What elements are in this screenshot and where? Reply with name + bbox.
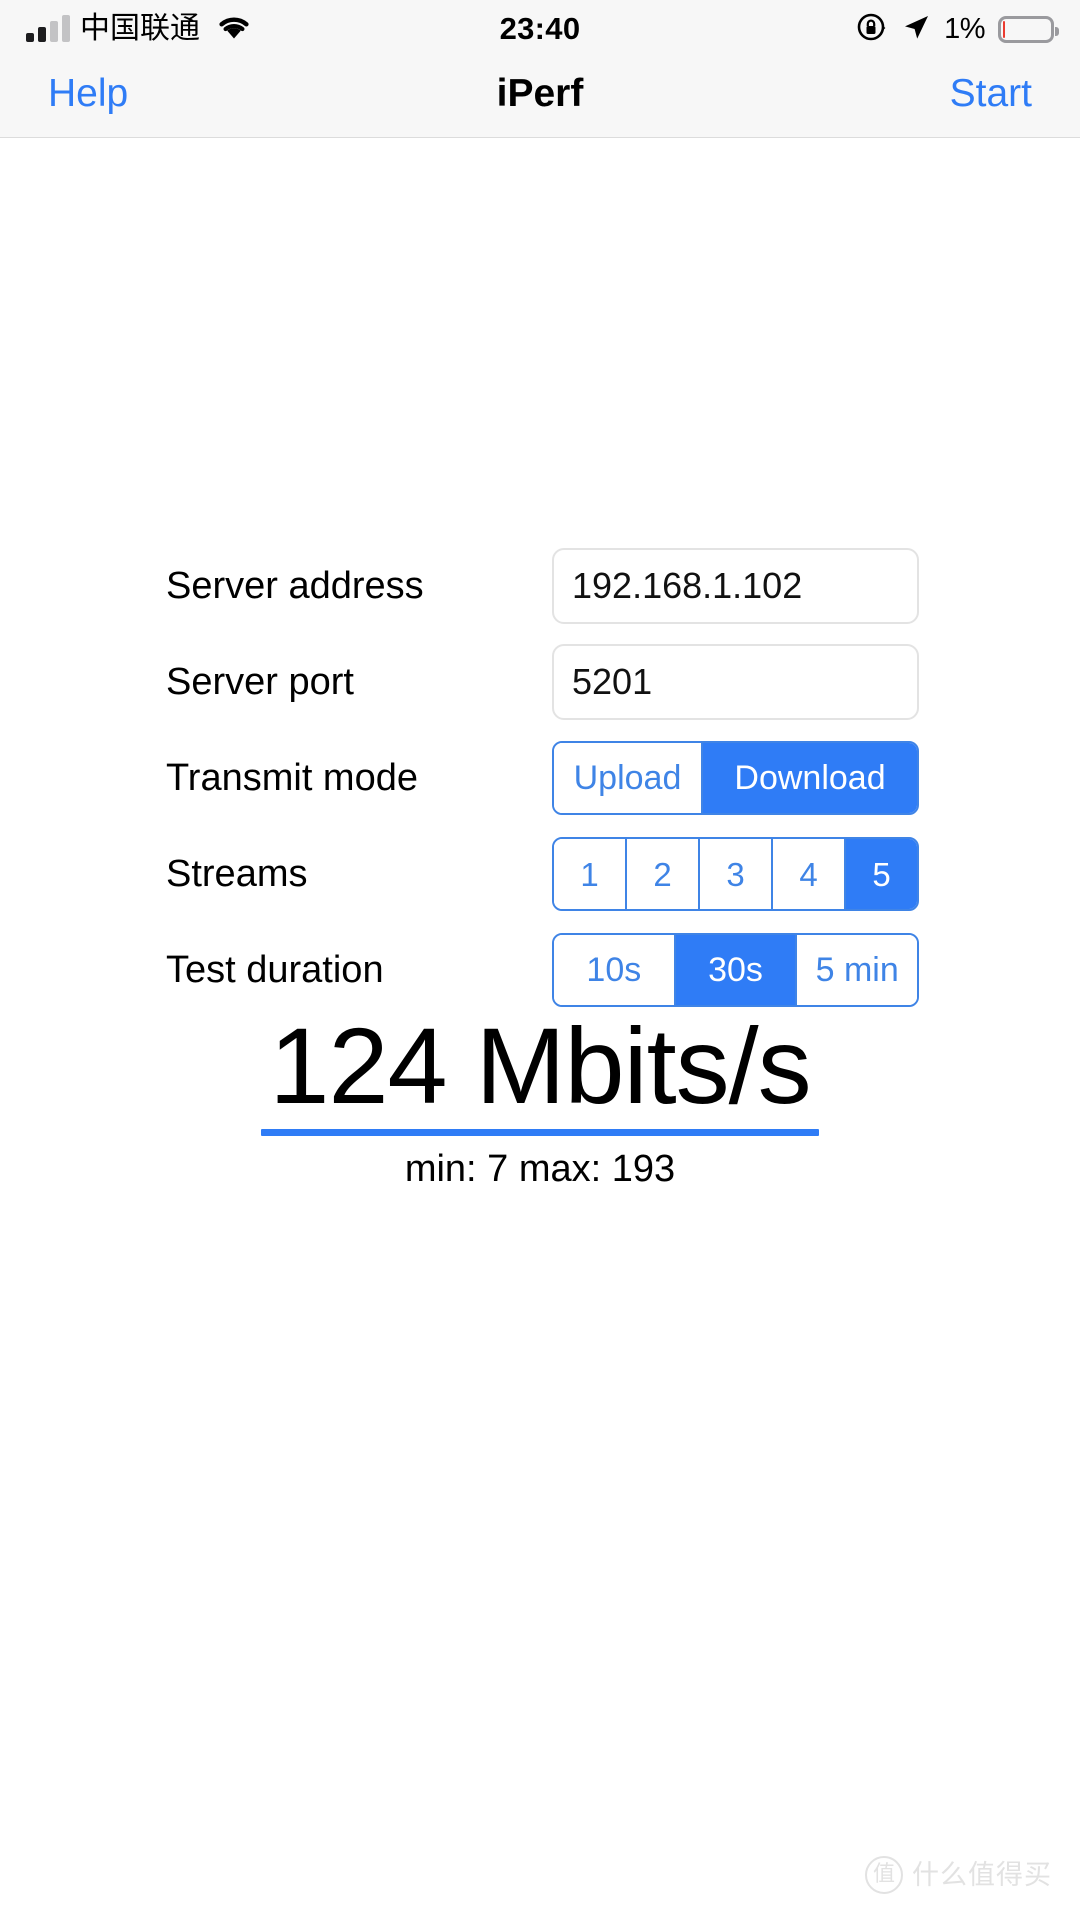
control-test-duration: 10s 30s 5 min — [552, 933, 919, 1007]
transmit-mode-segmented-control[interactable]: Upload Download — [552, 741, 919, 815]
control-server-address: 192.168.1.102 — [552, 548, 919, 624]
label-server-address: Server address — [166, 565, 424, 607]
battery-percent-label: 1% — [944, 12, 985, 45]
segment-duration-30s[interactable]: 30s — [673, 935, 796, 1005]
throughput-value: 124 Mbits/s — [269, 1005, 811, 1126]
result-panel: 124 Mbits/s min: 7 max: 193 — [0, 1005, 1080, 1190]
result-inner: 124 Mbits/s — [261, 1005, 819, 1136]
form-row-transmit-mode: Transmit mode Upload Download — [0, 730, 1080, 826]
navigation-bar: Help iPerf Start — [0, 58, 1080, 138]
test-duration-segmented-control[interactable]: 10s 30s 5 min — [552, 933, 919, 1007]
label-server-port: Server port — [166, 661, 354, 703]
segment-streams-5[interactable]: 5 — [844, 839, 917, 909]
status-bar: 中国联通 23:40 1% — [0, 0, 1080, 58]
segment-streams-3[interactable]: 3 — [698, 839, 771, 909]
label-test-duration: Test duration — [166, 949, 384, 991]
location-arrow-icon — [901, 12, 931, 47]
segment-upload[interactable]: Upload — [554, 743, 701, 813]
watermark: 值 什么值得买 — [865, 1856, 1052, 1894]
server-port-input[interactable]: 5201 — [552, 644, 919, 720]
page-title: iPerf — [496, 72, 584, 115]
form-row-server-port: Server port 5201 — [0, 634, 1080, 730]
watermark-badge-icon: 值 — [865, 1856, 903, 1894]
settings-form: Server address 192.168.1.102 Server port… — [0, 538, 1080, 1018]
segment-streams-1[interactable]: 1 — [554, 839, 625, 909]
form-row-server-address: Server address 192.168.1.102 — [0, 538, 1080, 634]
label-streams: Streams — [166, 853, 308, 895]
form-row-test-duration: Test duration 10s 30s 5 min — [0, 922, 1080, 1018]
watermark-label: 什么值得买 — [912, 1859, 1052, 1891]
result-divider — [261, 1128, 819, 1136]
server-address-input[interactable]: 192.168.1.102 — [552, 548, 919, 624]
form-row-streams: Streams 1 2 3 4 5 — [0, 826, 1080, 922]
control-streams: 1 2 3 4 5 — [552, 837, 919, 911]
streams-segmented-control[interactable]: 1 2 3 4 5 — [552, 837, 919, 911]
segment-download[interactable]: Download — [701, 743, 917, 813]
segment-streams-4[interactable]: 4 — [771, 839, 844, 909]
main-content: Server address 192.168.1.102 Server port… — [0, 138, 1080, 1920]
control-transmit-mode: Upload Download — [552, 741, 919, 815]
start-button[interactable]: Start — [950, 74, 1032, 113]
segment-duration-10s[interactable]: 10s — [554, 935, 674, 1005]
battery-fill — [1003, 20, 1006, 38]
label-transmit-mode: Transmit mode — [166, 757, 418, 799]
rotation-lock-icon — [856, 11, 888, 48]
control-server-port: 5201 — [552, 644, 919, 720]
status-bar-right: 1% — [856, 11, 1059, 48]
segment-duration-5min[interactable]: 5 min — [795, 935, 917, 1005]
segment-streams-2[interactable]: 2 — [625, 839, 698, 909]
help-button[interactable]: Help — [48, 74, 128, 113]
battery-icon — [998, 15, 1059, 43]
throughput-min-max: min: 7 max: 193 — [404, 1147, 676, 1190]
